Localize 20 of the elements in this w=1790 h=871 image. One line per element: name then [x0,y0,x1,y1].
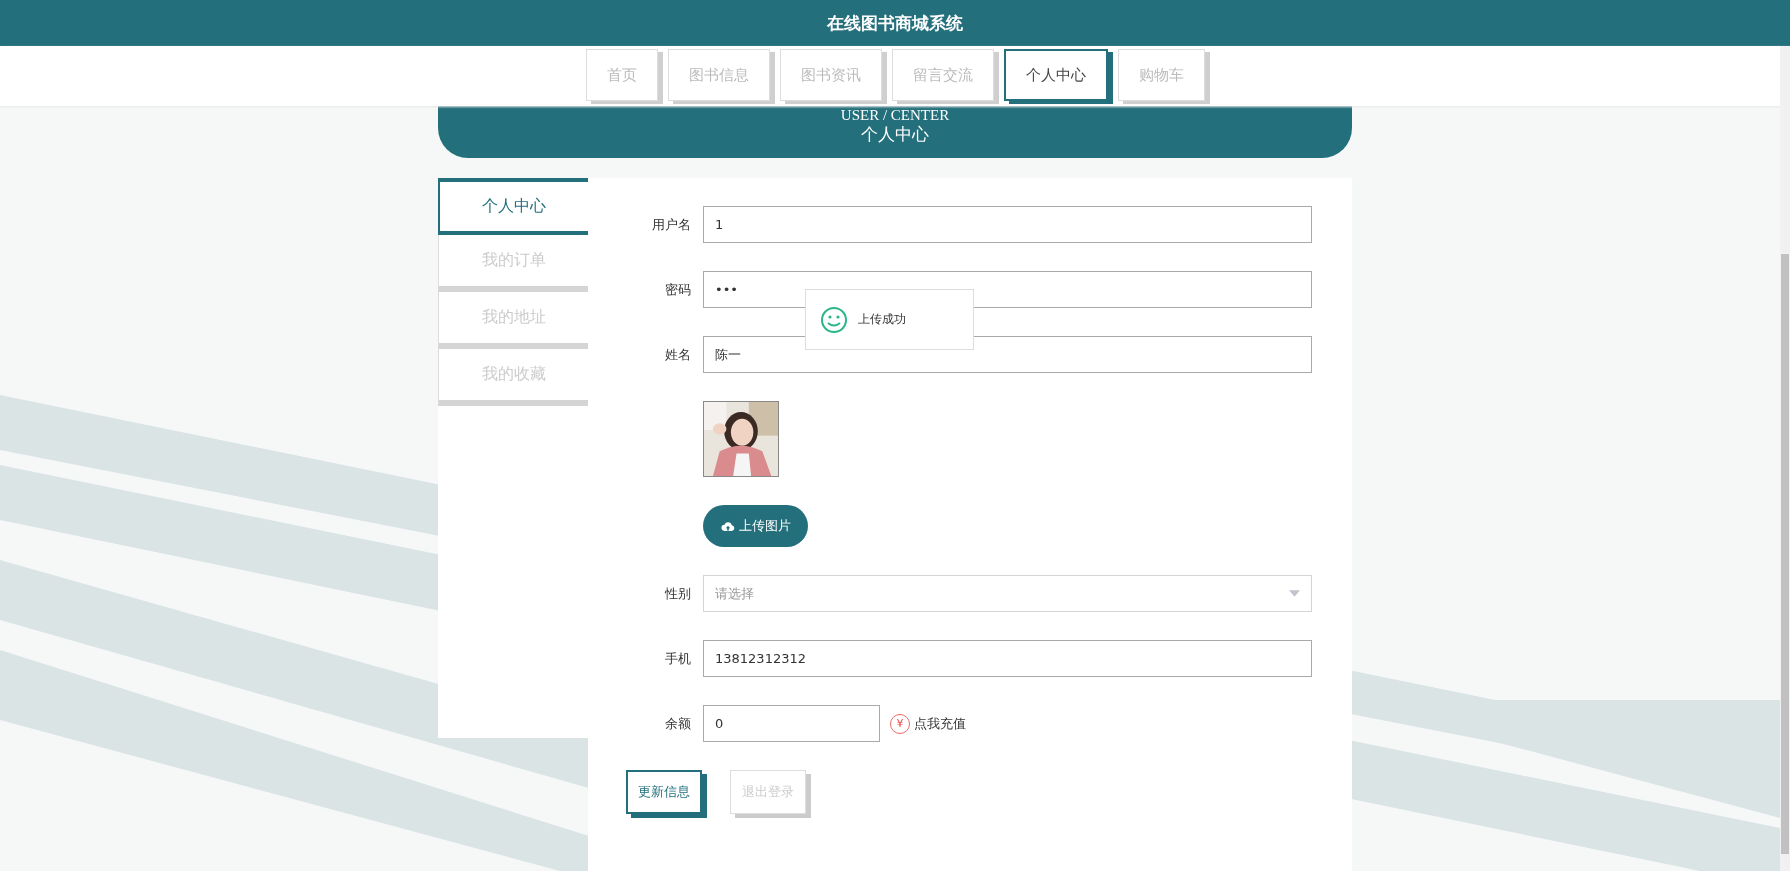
field-label: 手机 [664,649,692,668]
gender-select[interactable]: 请选择 [703,575,1312,612]
banner-subtitle: USER / CENTER [840,107,950,124]
upload-button[interactable]: 上传图片 [703,505,808,547]
sidebar-item[interactable]: 个人中心 [438,178,588,235]
field-label: 性别 [664,584,692,603]
caret-icon [1289,590,1300,597]
banner-title: 个人中心 [861,124,929,146]
input-field[interactable]: 0 [703,705,880,742]
toast-text: 上传成功 [858,311,906,328]
field-label: 余额 [664,714,692,733]
input-field[interactable]: 13812312312 [703,640,1312,677]
site-title: 在线图书商城系统 [827,11,963,35]
smiley-icon [820,305,848,334]
input-field[interactable]: 1 [703,206,1312,243]
field-label: 用户名 [651,215,692,234]
field-label: 姓名 [664,345,692,364]
cloud-upload-icon [720,520,735,532]
field-label: 密码 [664,280,692,299]
recharge-link[interactable]: 点我充值 [914,714,966,733]
